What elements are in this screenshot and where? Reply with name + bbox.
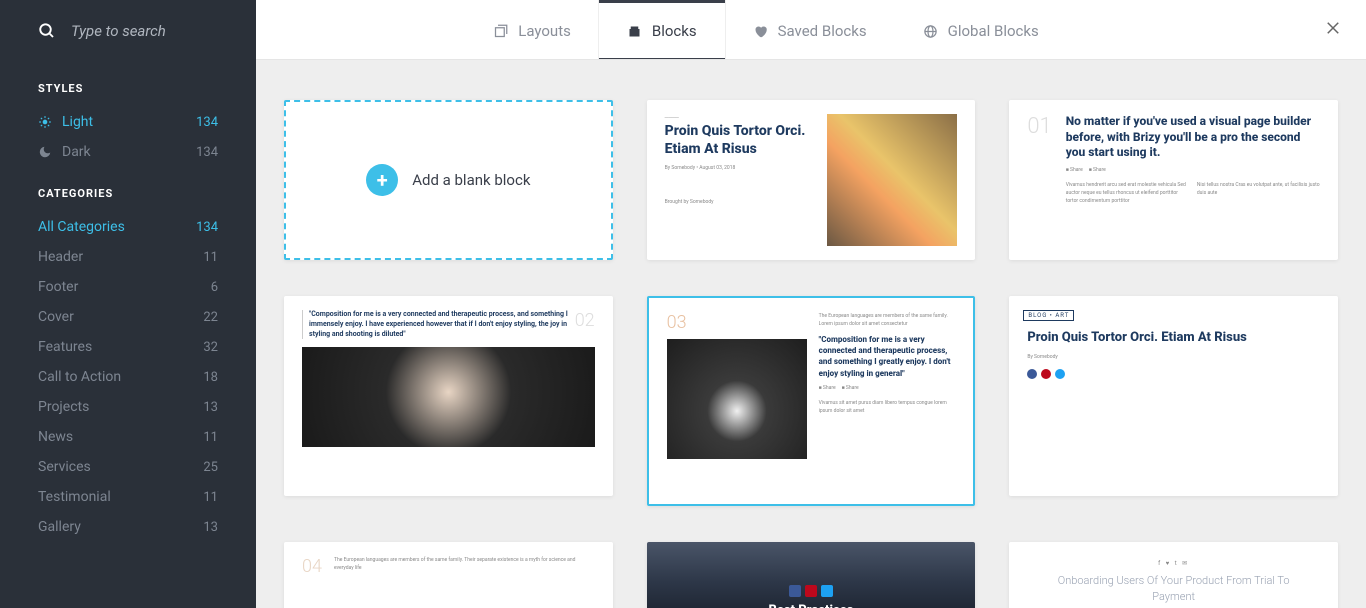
category-count: 11 bbox=[203, 250, 218, 265]
sun-icon bbox=[38, 115, 52, 129]
tab-label: Global Blocks bbox=[948, 22, 1039, 40]
globe-icon bbox=[923, 24, 938, 39]
block-number: 01 bbox=[1027, 114, 1051, 246]
close-button[interactable] bbox=[1324, 19, 1342, 41]
category-label: Footer bbox=[38, 279, 78, 295]
style-count: 134 bbox=[196, 115, 218, 130]
block-card[interactable]: 01 No matter if you've used a visual pag… bbox=[1009, 100, 1338, 260]
sidebar-category[interactable]: Gallery 13 bbox=[0, 512, 256, 542]
block-card[interactable]: f ♥ t ✉ Onboarding Users Of Your Product… bbox=[1009, 542, 1338, 608]
block-number: 03 bbox=[667, 312, 807, 333]
style-label: Light bbox=[62, 114, 93, 130]
plus-icon: + bbox=[366, 164, 398, 196]
block-title: Proin Quis Tortor Orci. Etiam At Risus bbox=[1027, 330, 1320, 347]
block-title: Best Practices bbox=[769, 603, 854, 608]
block-image bbox=[667, 339, 807, 459]
sidebar-category[interactable]: Call to Action 18 bbox=[0, 362, 256, 392]
category-label: All Categories bbox=[38, 219, 125, 235]
category-count: 134 bbox=[196, 220, 218, 235]
block-quote: "Composition for me is a very connected … bbox=[819, 334, 956, 379]
block-number: 04 bbox=[302, 556, 322, 577]
tab-layouts[interactable]: Layouts bbox=[465, 0, 599, 59]
sidebar-category[interactable]: Cover 22 bbox=[0, 302, 256, 332]
style-dark[interactable]: Dark 134 bbox=[0, 137, 256, 167]
blocks-grid: + Add a blank block ──── Proin Quis Tort… bbox=[284, 100, 1338, 608]
category-label: Gallery bbox=[38, 519, 81, 535]
sidebar-category[interactable]: Projects 13 bbox=[0, 392, 256, 422]
tab-global-blocks[interactable]: Global Blocks bbox=[895, 0, 1067, 59]
block-title: Onboarding Users Of Your Product From Tr… bbox=[1009, 573, 1338, 604]
blocks-icon bbox=[627, 24, 642, 39]
social-icons bbox=[1027, 369, 1320, 379]
styles-heading: STYLES bbox=[0, 62, 256, 107]
category-label: Header bbox=[38, 249, 83, 265]
block-title: No matter if you've used a visual page b… bbox=[1066, 114, 1320, 161]
block-card[interactable]: 04 The European languages are members of… bbox=[284, 542, 613, 608]
sidebar-category[interactable]: All Categories 134 bbox=[0, 212, 256, 242]
category-count: 32 bbox=[203, 340, 218, 355]
tab-blocks[interactable]: Blocks bbox=[599, 0, 725, 59]
category-label: Features bbox=[38, 339, 92, 355]
social-icons bbox=[789, 585, 833, 597]
block-card[interactable]: BLOG • ART Proin Quis Tortor Orci. Etiam… bbox=[1009, 296, 1338, 496]
sidebar-category[interactable]: Testimonial 11 bbox=[0, 482, 256, 512]
block-meta: By Somebody • August 03, 2018 bbox=[665, 164, 816, 172]
block-footer: Brought by Somebody bbox=[665, 198, 816, 206]
tabs: Layouts Blocks Saved Blocks Global Block… bbox=[256, 0, 1366, 60]
tab-saved-blocks[interactable]: Saved Blocks bbox=[725, 0, 895, 59]
block-image bbox=[302, 347, 595, 447]
category-count: 25 bbox=[203, 460, 218, 475]
block-image bbox=[827, 114, 957, 246]
category-count: 22 bbox=[203, 310, 218, 325]
category-label: Call to Action bbox=[38, 369, 121, 385]
category-label: Services bbox=[38, 459, 91, 475]
search-row bbox=[0, 0, 256, 62]
sidebar: STYLES Light 134 Dark 134 CATEGORIES All… bbox=[0, 0, 256, 608]
layouts-icon bbox=[493, 24, 508, 39]
search-icon bbox=[38, 22, 56, 40]
tab-label: Layouts bbox=[518, 22, 571, 40]
block-card[interactable]: "Composition for me is a very connected … bbox=[284, 296, 613, 496]
block-card-selected[interactable]: 03 The European languages are members of… bbox=[647, 296, 976, 506]
tab-label: Saved Blocks bbox=[778, 22, 867, 40]
style-count: 134 bbox=[196, 145, 218, 160]
moon-icon bbox=[38, 145, 52, 159]
sidebar-category[interactable]: Footer 6 bbox=[0, 272, 256, 302]
sidebar-category[interactable]: News 11 bbox=[0, 422, 256, 452]
tab-label: Blocks bbox=[652, 22, 697, 40]
blank-block-label: Add a blank block bbox=[412, 171, 530, 189]
add-blank-block[interactable]: + Add a blank block bbox=[284, 100, 613, 260]
category-label: Projects bbox=[38, 399, 89, 415]
category-label: Cover bbox=[38, 309, 74, 325]
category-count: 13 bbox=[203, 400, 218, 415]
category-count: 18 bbox=[203, 370, 218, 385]
sidebar-category[interactable]: Header 11 bbox=[0, 242, 256, 272]
block-label: BLOG • ART bbox=[1023, 310, 1074, 321]
social-icons: f ♥ t ✉ bbox=[1158, 560, 1189, 567]
sidebar-category[interactable]: Features 32 bbox=[0, 332, 256, 362]
category-count: 13 bbox=[203, 520, 218, 535]
category-count: 11 bbox=[203, 430, 218, 445]
blocks-grid-wrap[interactable]: + Add a blank block ──── Proin Quis Tort… bbox=[256, 60, 1366, 608]
sidebar-category[interactable]: Services 25 bbox=[0, 452, 256, 482]
categories-heading: CATEGORIES bbox=[0, 167, 256, 212]
block-card[interactable]: Best Practices bbox=[647, 542, 976, 608]
heart-icon bbox=[753, 24, 768, 39]
category-label: Testimonial bbox=[38, 489, 111, 505]
category-label: News bbox=[38, 429, 73, 445]
main: Layouts Blocks Saved Blocks Global Block… bbox=[256, 0, 1366, 608]
search-input[interactable] bbox=[71, 22, 236, 40]
block-title: Proin Quis Tortor Orci. Etiam At Risus bbox=[665, 122, 816, 158]
block-card[interactable]: ──── Proin Quis Tortor Orci. Etiam At Ri… bbox=[647, 100, 976, 260]
style-light[interactable]: Light 134 bbox=[0, 107, 256, 137]
category-count: 6 bbox=[211, 280, 218, 295]
block-quote: "Composition for me is a very connected … bbox=[302, 310, 575, 339]
category-count: 11 bbox=[203, 490, 218, 505]
block-number: 02 bbox=[575, 310, 595, 331]
style-label: Dark bbox=[62, 144, 91, 160]
